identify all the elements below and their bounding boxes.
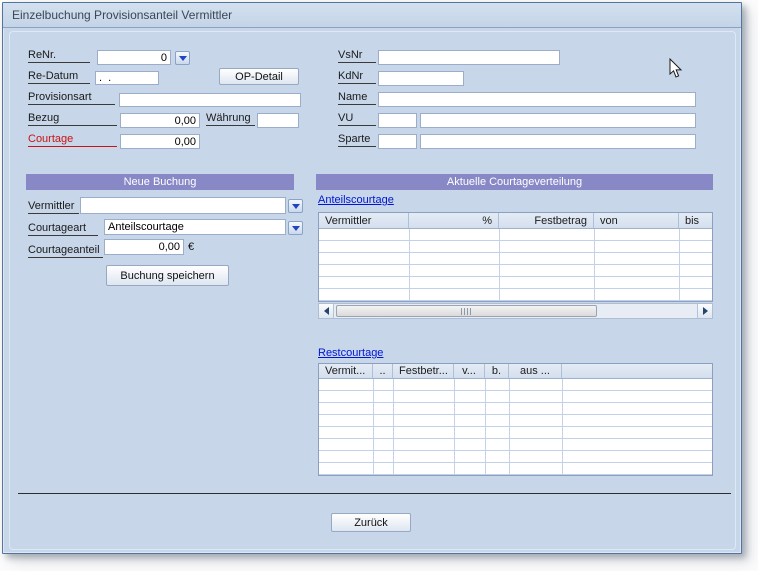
redatum-input[interactable]: . . [95,71,159,85]
table-row[interactable] [319,403,712,415]
scroll-left-button[interactable] [319,304,334,318]
courtageanteil-label: Courtageanteil [28,243,103,258]
anteilscourtage-table: Vermittler % Festbetrag von bis [318,212,713,302]
provisionsart-label: Provisionsart [28,90,115,105]
chevron-down-icon [292,226,300,231]
table-row[interactable] [319,451,712,463]
back-button[interactable]: Zurück [331,513,411,532]
column-divider [393,379,394,475]
name-label: Name [338,90,376,105]
sparte-name-input[interactable] [420,134,696,149]
table-row[interactable] [319,277,712,289]
column-header-vermittler: Vermit... [319,364,373,378]
sparte-code-input[interactable] [378,134,417,149]
column-header-bis: b. [485,364,509,378]
restcourtage-table: Vermit... .. Festbetr... v... b. aus ... [318,363,713,476]
chevron-down-icon [292,204,300,209]
column-divider [485,379,486,475]
table-row[interactable] [319,289,712,301]
currency-symbol: € [188,241,194,253]
window-title: Einzelbuchung Provisionsanteil Vermittle… [3,3,741,28]
table-body [319,229,712,301]
column-divider [509,379,510,475]
column-divider [373,379,374,475]
name-input[interactable] [378,92,696,107]
table-header-row: Vermit... .. Festbetr... v... b. aus ... [319,364,712,379]
renr-input[interactable]: 0 [97,50,171,65]
save-booking-button[interactable]: Buchung speichern [106,265,229,286]
courtageart-label: Courtageart [28,221,98,236]
vsnr-label: VsNr [338,48,376,63]
column-header-dots: .. [373,364,393,378]
scrollbar-thumb[interactable] [336,305,597,317]
renr-label: ReNr. [28,48,90,63]
courtageart-dropdown-button[interactable] [288,221,303,235]
table-row[interactable] [319,265,712,277]
column-divider [594,229,595,301]
waehrung-input[interactable] [257,113,299,128]
column-header-von: von [594,213,679,228]
vu-code-input[interactable] [378,113,417,128]
grip-icon [461,308,472,315]
vermittler-dropdown-button[interactable] [288,199,303,213]
column-header-aus: aus ... [509,364,562,378]
column-header-von: v... [454,364,485,378]
column-header-vermittler: Vermittler [319,213,409,228]
courtage-input[interactable]: 0,00 [120,134,200,149]
vermittler-label: Vermittler [28,199,79,214]
horizontal-scrollbar[interactable] [318,303,713,319]
waehrung-label: Währung [206,111,255,126]
bezug-input[interactable]: 0,00 [120,113,200,128]
mouse-cursor-icon [669,58,683,79]
table-row[interactable] [319,439,712,451]
restcourtage-link[interactable]: Restcourtage [318,347,383,359]
courtageverteilung-header: Aktuelle Courtageverteilung [316,174,713,190]
column-divider [499,229,500,301]
redatum-label: Re-Datum [28,69,90,84]
table-row[interactable] [319,379,712,391]
op-detail-button[interactable]: OP-Detail [219,68,299,85]
table-row[interactable] [319,427,712,439]
courtage-label: Courtage [28,132,117,147]
arrow-right-icon [703,307,708,315]
column-header-bis: bis [679,213,712,228]
vu-label: VU [338,111,376,126]
table-row[interactable] [319,391,712,403]
courtageanteil-input[interactable]: 0,00 [104,239,184,255]
footer-divider [18,493,731,494]
column-divider [409,229,410,301]
sparte-label: Sparte [338,132,376,147]
vsnr-input[interactable] [378,50,560,65]
renr-dropdown-button[interactable] [175,51,190,65]
courtageart-input[interactable]: Anteilscourtage [104,219,286,235]
table-header-row: Vermittler % Festbetrag von bis [319,213,712,229]
table-row[interactable] [319,253,712,265]
table-row[interactable] [319,241,712,253]
vermittler-input[interactable] [80,197,286,214]
column-header-empty [562,364,712,378]
chevron-down-icon [179,56,187,61]
neue-buchung-header: Neue Buchung [26,174,294,190]
column-header-festbetrag: Festbetrag [499,213,594,228]
column-divider [454,379,455,475]
scroll-right-button[interactable] [697,304,712,318]
arrow-left-icon [324,307,329,315]
table-body [319,379,712,475]
dialog-window: Einzelbuchung Provisionsanteil Vermittle… [2,2,742,554]
table-row[interactable] [319,229,712,241]
column-header-prozent: % [409,213,499,228]
column-divider [562,379,563,475]
kdnr-label: KdNr [338,69,376,84]
column-header-festbetrag: Festbetr... [393,364,454,378]
table-row[interactable] [319,415,712,427]
table-row[interactable] [319,463,712,475]
provisionsart-input[interactable] [119,93,301,107]
kdnr-input[interactable] [378,71,464,86]
anteilscourtage-link[interactable]: Anteilscourtage [318,194,394,206]
column-divider [679,229,680,301]
bezug-label: Bezug [28,111,117,126]
vu-name-input[interactable] [420,113,696,128]
